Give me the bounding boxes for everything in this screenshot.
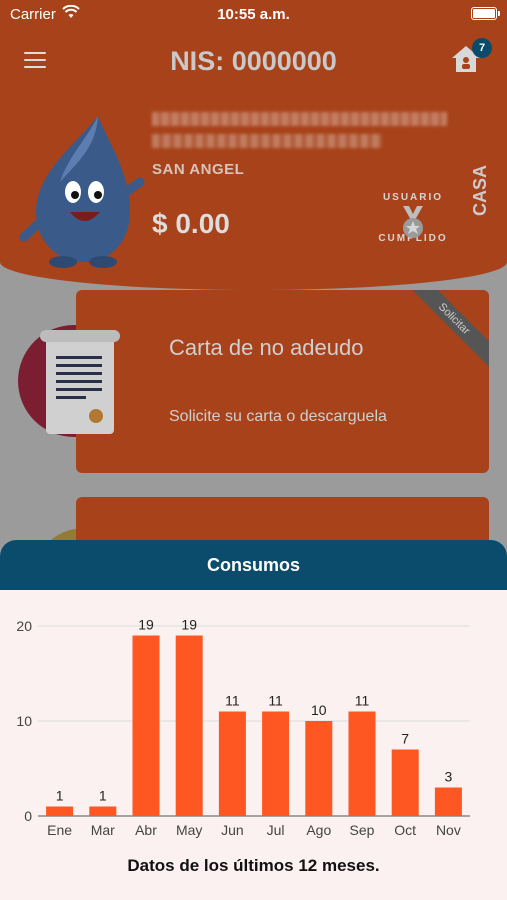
- document-icon: [40, 330, 120, 434]
- sheet-title: Consumos: [0, 540, 507, 590]
- nis-title: NIS: 0000000: [170, 46, 337, 76]
- solicitar-ribbon[interactable]: Solicitar: [401, 290, 489, 372]
- card-description: Solicite su carta o descarguela: [169, 408, 387, 425]
- data-label: 1: [99, 788, 107, 804]
- consumption-bar-chart: 0 10 20 1 Ene 1 Mar 19 Abr 19 May 11 Jun 11 Jul 10 Ago 11…: [16, 617, 470, 838]
- location-label: SAN ANGEL: [152, 161, 245, 178]
- chart-bar: [218, 711, 246, 816]
- chart-bar: [305, 721, 333, 816]
- redacted-name: [152, 112, 447, 126]
- chart-bar: [391, 749, 419, 816]
- card-carta-no-adeudo[interactable]: Solicitar Carta de no adeudo Solicite su…: [76, 290, 489, 473]
- x-tick-label: Mar: [91, 822, 115, 838]
- y-tick-label: 20: [16, 618, 32, 634]
- x-tick-label: Sep: [350, 822, 375, 838]
- x-tick-label: Oct: [394, 822, 416, 838]
- data-label: 19: [181, 617, 197, 633]
- chart-bar: [132, 635, 160, 816]
- y-tick-label: 10: [16, 713, 32, 729]
- status-bar: Carrier 10:55 a.m.: [0, 0, 507, 30]
- data-label: 11: [225, 693, 240, 709]
- data-label: 10: [311, 702, 327, 718]
- chart-bar: [434, 787, 462, 816]
- data-label: 3: [445, 769, 453, 785]
- y-tick-label: 0: [24, 808, 32, 824]
- data-label: 11: [355, 693, 370, 709]
- x-tick-label: Jul: [267, 822, 285, 838]
- data-label: 19: [138, 617, 154, 633]
- x-tick-label: Ene: [47, 822, 72, 838]
- account-type-label: CASA: [470, 165, 490, 217]
- data-label: 7: [401, 731, 409, 747]
- x-tick-label: Ago: [306, 822, 331, 838]
- chart-bar: [348, 711, 376, 816]
- chart-bar: [175, 635, 203, 816]
- account-header: Carrier 10:55 a.m. NIS: 0000000 7 SAN AN…: [0, 0, 507, 290]
- card-title: Carta de no adeudo: [169, 335, 364, 360]
- chart-bar: [89, 806, 117, 816]
- redacted-address: [152, 134, 382, 148]
- balance-amount: $ 0.00: [152, 208, 230, 239]
- chart-caption: Datos de los últimos 12 meses.: [127, 856, 380, 875]
- battery-icon: [471, 7, 500, 20]
- chart-bar: [46, 806, 74, 816]
- consumption-sheet: Consumos 0 10 20 1 Ene 1 Mar 19 Abr 19 May 11 Jun 11 J…: [0, 540, 507, 900]
- x-tick-label: Abr: [135, 822, 157, 838]
- notification-badge: 7: [472, 38, 492, 58]
- x-tick-label: Jun: [221, 822, 244, 838]
- data-label: 1: [56, 788, 64, 804]
- x-tick-label: May: [176, 822, 202, 838]
- water-drop-mascot: [19, 116, 145, 268]
- x-tick-label: Nov: [436, 822, 461, 838]
- clock: 10:55 a.m.: [217, 6, 290, 23]
- chart-bar: [262, 711, 290, 816]
- data-label: 11: [268, 693, 283, 709]
- medal-icon: [403, 206, 423, 238]
